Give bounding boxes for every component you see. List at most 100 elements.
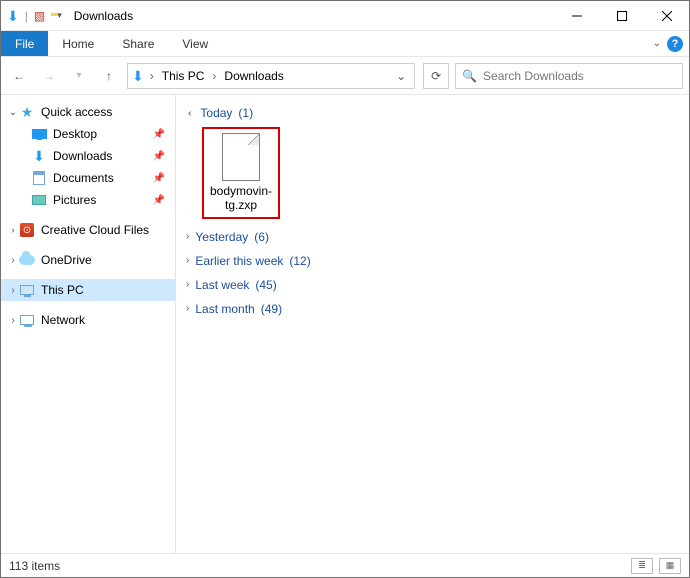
tab-file[interactable]: File (1, 31, 48, 56)
cloud-icon (19, 252, 35, 268)
pin-icon: 📌 (153, 195, 165, 206)
group-count: (12) (289, 254, 310, 268)
chevron-right-icon[interactable]: › (7, 225, 19, 236)
sidebar-item-label: Desktop (53, 127, 97, 141)
tab-view[interactable]: View (168, 31, 222, 56)
group-header-today[interactable]: ⌄ Today (1) (186, 101, 679, 125)
group-label: Last week (195, 278, 249, 292)
view-details-button[interactable]: ≣ (631, 558, 653, 574)
sidebar-item-documents[interactable]: · Documents 📌 (1, 167, 175, 189)
chevron-right-icon: › (186, 231, 189, 242)
sidebar-item-label: Network (41, 313, 85, 327)
sidebar-item-label: Creative Cloud Files (41, 223, 149, 237)
pin-icon: 📌 (153, 173, 165, 184)
sidebar-item-label: OneDrive (41, 253, 92, 267)
forward-button[interactable]: → (37, 64, 61, 88)
chevron-right-icon: › (186, 279, 189, 290)
group-count: (1) (238, 106, 253, 120)
group-count: (45) (255, 278, 276, 292)
group-count: (6) (254, 230, 269, 244)
sidebar-item-network[interactable]: › Network (1, 309, 175, 331)
file-item[interactable]: bodymovin-tg.zxp (202, 127, 280, 219)
document-icon (31, 170, 47, 186)
chevron-down-icon[interactable]: ⌄ (7, 107, 19, 118)
network-icon (19, 312, 35, 328)
downloads-icon: ⬇ (31, 148, 47, 164)
qat-separator: | (25, 9, 28, 23)
file-icon (222, 133, 260, 181)
navigation-bar: ← → ▾ ↑ ⬇ › This PC › Downloads ⌄ ⟳ 🔍 (1, 57, 689, 95)
chevron-right-icon[interactable]: › (7, 315, 19, 326)
downloads-icon: ⬇ (7, 9, 19, 23)
sidebar-item-label: Pictures (53, 193, 96, 207)
chevron-right-icon[interactable]: › (150, 69, 154, 83)
sidebar-item-desktop[interactable]: · Desktop 📌 (1, 123, 175, 145)
sidebar-item-this-pc[interactable]: › This PC (1, 279, 175, 301)
group-header-last-month[interactable]: › Last month (49) (186, 297, 679, 321)
chevron-right-icon: › (186, 303, 189, 314)
star-icon: ★ (19, 104, 35, 120)
view-large-icons-button[interactable]: ▦ (659, 558, 681, 574)
breadcrumb-root[interactable]: This PC (160, 69, 207, 83)
sidebar-item-onedrive[interactable]: › OneDrive (1, 249, 175, 271)
pin-icon: 📌 (153, 129, 165, 140)
ribbon-tabs: File Home Share View ⌄ ? (1, 31, 689, 57)
chevron-right-icon[interactable]: › (7, 255, 19, 266)
chevron-right-icon: › (186, 255, 189, 266)
group-header-yesterday[interactable]: › Yesterday (6) (186, 225, 679, 249)
breadcrumb-current[interactable]: Downloads (222, 69, 285, 83)
body: ⌄ ★ Quick access · Desktop 📌 ·⬇ Download… (1, 95, 689, 553)
sidebar-item-creative-cloud[interactable]: › ⊙ Creative Cloud Files (1, 219, 175, 241)
navigation-pane: ⌄ ★ Quick access · Desktop 📌 ·⬇ Download… (1, 95, 176, 553)
refresh-button[interactable]: ⟳ (423, 63, 449, 89)
close-button[interactable] (644, 1, 689, 31)
back-button[interactable]: ← (7, 64, 31, 88)
search-input[interactable] (483, 69, 676, 83)
chevron-right-icon[interactable]: › (212, 69, 216, 83)
file-name: bodymovin-tg.zxp (208, 185, 274, 213)
group-count: (49) (261, 302, 282, 316)
address-downloads-icon: ⬇ (132, 69, 144, 83)
recent-locations-button[interactable]: ▾ (67, 64, 91, 88)
creative-cloud-icon: ⊙ (19, 222, 35, 238)
window-title: Downloads (68, 9, 133, 23)
maximize-button[interactable] (599, 1, 644, 31)
group-label: Last month (195, 302, 254, 316)
qat-properties-icon[interactable]: ▧ (34, 9, 45, 23)
group-label: Yesterday (195, 230, 248, 244)
sidebar-item-label: Documents (53, 171, 114, 185)
desktop-icon (31, 126, 47, 142)
group-contents-today: bodymovin-tg.zxp (186, 125, 679, 225)
qat-dropdown-icon[interactable]: ▾ (57, 10, 62, 21)
minimize-button[interactable] (554, 1, 599, 31)
group-header-earlier-this-week[interactable]: › Earlier this week (12) (186, 249, 679, 273)
help-icon[interactable]: ? (667, 36, 683, 52)
address-history-dropdown[interactable]: ⌄ (392, 69, 410, 83)
file-list[interactable]: ⌄ Today (1) bodymovin-tg.zxp › Yesterday… (176, 95, 689, 553)
pictures-icon (31, 192, 47, 208)
up-button[interactable]: ↑ (97, 64, 121, 88)
status-bar: 113 items ≣ ▦ (1, 553, 689, 577)
sidebar-item-downloads[interactable]: ·⬇ Downloads 📌 (1, 145, 175, 167)
this-pc-icon (19, 282, 35, 298)
search-box[interactable]: 🔍 (455, 63, 683, 89)
sidebar-item-pictures[interactable]: · Pictures 📌 (1, 189, 175, 211)
address-bar[interactable]: ⬇ › This PC › Downloads ⌄ (127, 63, 415, 89)
chevron-down-icon: ⌄ (186, 109, 197, 117)
sidebar-item-label: This PC (41, 283, 84, 297)
titlebar: ⬇ | ▧ ▾ Downloads (1, 1, 689, 31)
group-header-last-week[interactable]: › Last week (45) (186, 273, 679, 297)
status-item-count: 113 items (9, 559, 60, 573)
chevron-right-icon[interactable]: › (7, 285, 19, 296)
sidebar-item-label: Downloads (53, 149, 112, 163)
tab-share[interactable]: Share (108, 31, 168, 56)
pin-icon: 📌 (153, 151, 165, 162)
sidebar-quick-access[interactable]: ⌄ ★ Quick access (1, 101, 175, 123)
search-icon: 🔍 (462, 69, 477, 83)
ribbon-collapse-icon[interactable]: ⌄ (653, 38, 661, 49)
quick-access-toolbar: ⬇ | ▧ ▾ (1, 9, 68, 23)
tab-home[interactable]: Home (48, 31, 108, 56)
group-label: Earlier this week (195, 254, 283, 268)
group-label: Today (200, 106, 232, 120)
sidebar-item-label: Quick access (41, 105, 112, 119)
